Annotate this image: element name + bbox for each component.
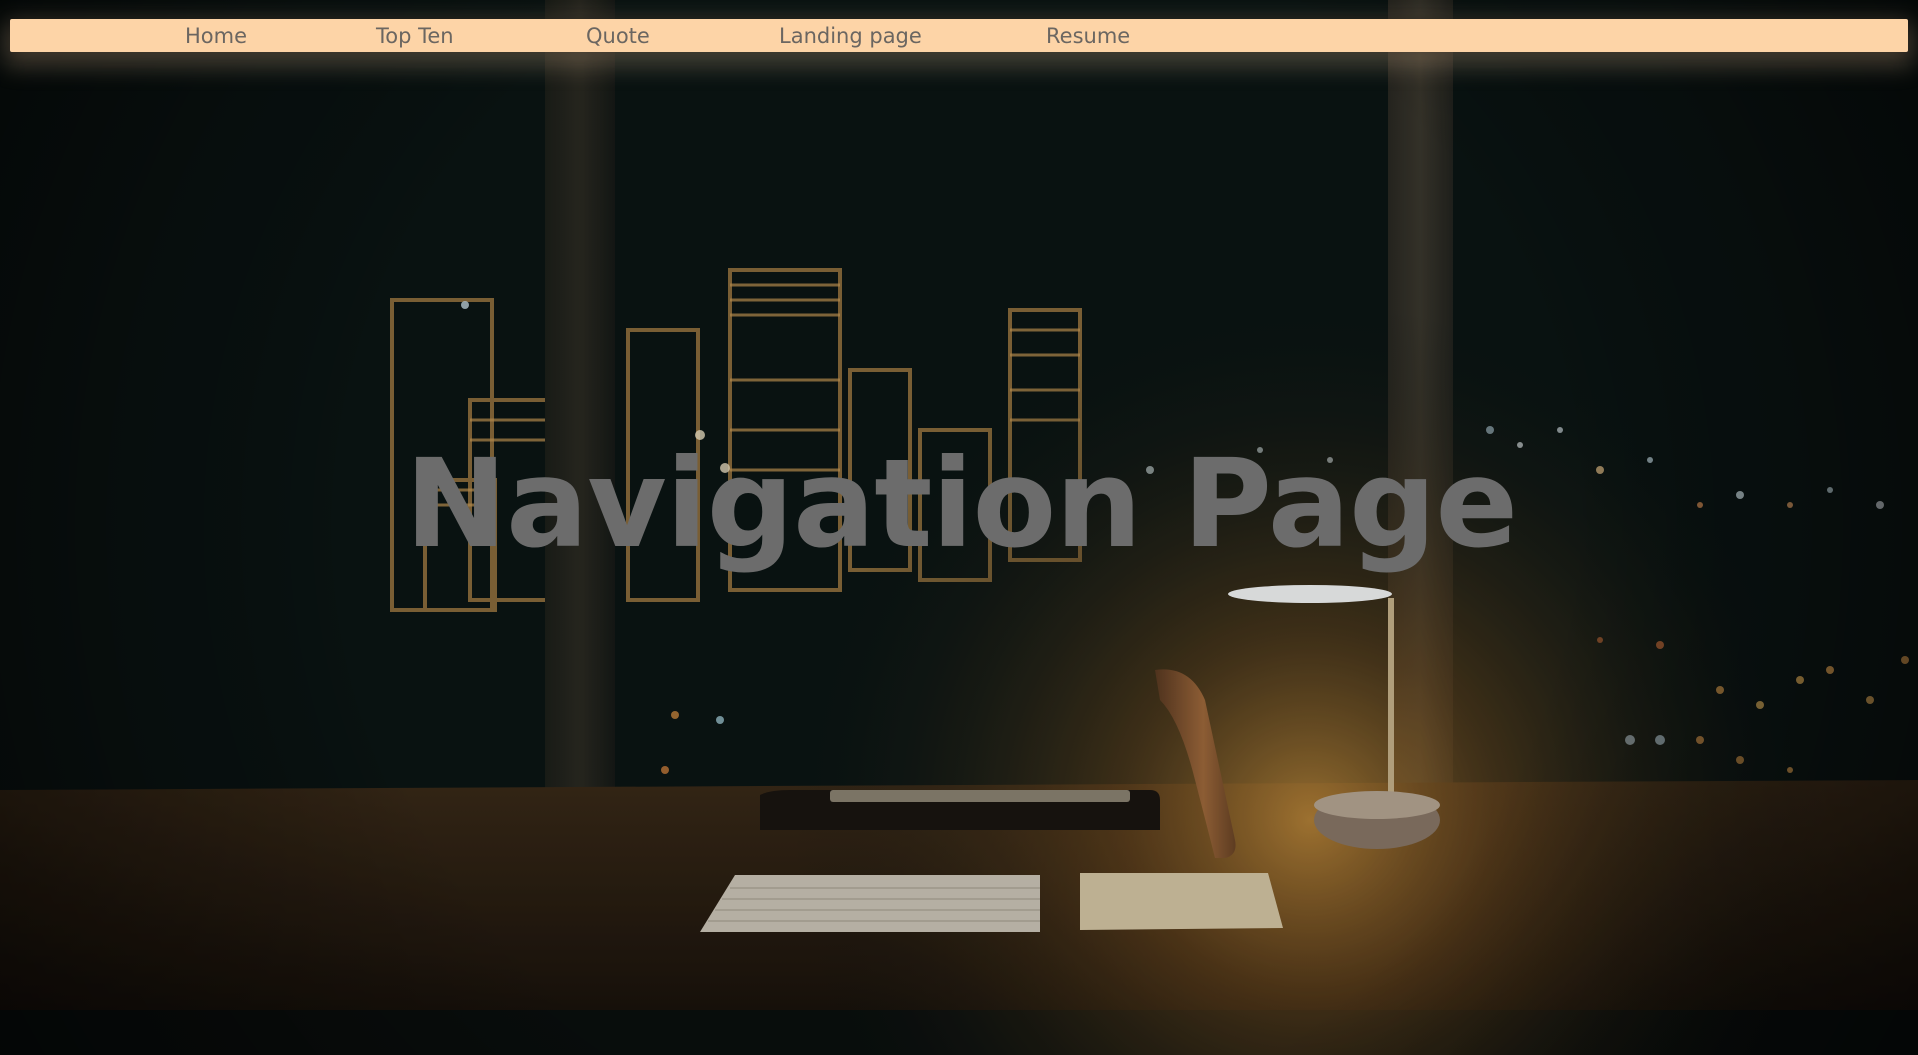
nav-link-landing-page[interactable]: Landing page [779,19,922,52]
page-title: Navigation Page [404,433,1518,575]
navigation-bar: Home Top Ten Quote Landing page Resume [10,19,1908,52]
nav-link-quote[interactable]: Quote [586,19,650,52]
nav-link-resume[interactable]: Resume [1046,19,1130,52]
nav-link-top-ten[interactable]: Top Ten [376,19,454,52]
page: Home Top Ten Quote Landing page Resume N… [0,0,1918,1055]
nav-link-home[interactable]: Home [185,19,247,52]
